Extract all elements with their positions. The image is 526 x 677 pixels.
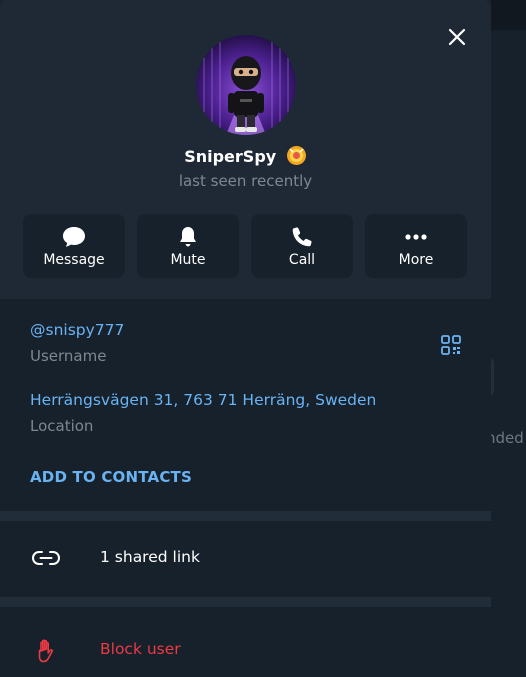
message-button[interactable]: Message: [23, 214, 125, 278]
mute-button[interactable]: Mute: [137, 214, 239, 278]
message-icon: [63, 227, 85, 247]
user-info-panel: SniperSpy last seen recently Message Mut…: [0, 0, 491, 677]
add-to-contacts-button[interactable]: ADD TO CONTACTS: [30, 468, 192, 486]
more-dots-icon: [405, 234, 427, 240]
qr-code-button[interactable]: [440, 334, 462, 356]
background-strip: [491, 30, 526, 677]
shared-links-row[interactable]: 1 shared link: [0, 521, 491, 595]
profile-name-row: SniperSpy: [0, 145, 491, 169]
username-label: Username: [30, 347, 107, 365]
link-icon: [31, 551, 61, 565]
message-button-label: Message: [43, 252, 105, 268]
block-user-label: Block user: [100, 640, 181, 658]
section-divider: [0, 597, 491, 607]
call-button[interactable]: Call: [251, 214, 353, 278]
bell-icon: [180, 227, 196, 247]
shared-links-label: 1 shared link: [100, 548, 200, 566]
profile-header: SniperSpy last seen recently Message Mut…: [0, 0, 491, 299]
avatar-image: [196, 35, 296, 135]
avatar[interactable]: [196, 35, 296, 135]
close-icon: [448, 28, 466, 46]
location-value[interactable]: Herrängsvägen 31, 763 71 Herräng, Sweden: [30, 391, 376, 409]
more-button-label: More: [398, 252, 434, 268]
mute-button-label: Mute: [170, 252, 206, 268]
premium-emoji-icon[interactable]: [286, 145, 307, 166]
block-user-row[interactable]: Block user: [0, 607, 491, 677]
background-text: nded: [486, 429, 524, 447]
section-divider: [0, 511, 491, 521]
close-button[interactable]: [440, 20, 474, 54]
location-label: Location: [30, 417, 94, 435]
last-seen-status: last seen recently: [178, 172, 313, 190]
profile-name: SniperSpy: [184, 147, 277, 166]
qr-code-icon: [441, 335, 461, 355]
phone-icon: [292, 227, 312, 247]
more-button[interactable]: More: [365, 214, 467, 278]
hand-stop-icon: [38, 639, 54, 663]
call-button-label: Call: [288, 252, 316, 268]
username-value[interactable]: @snispy777: [30, 321, 124, 339]
